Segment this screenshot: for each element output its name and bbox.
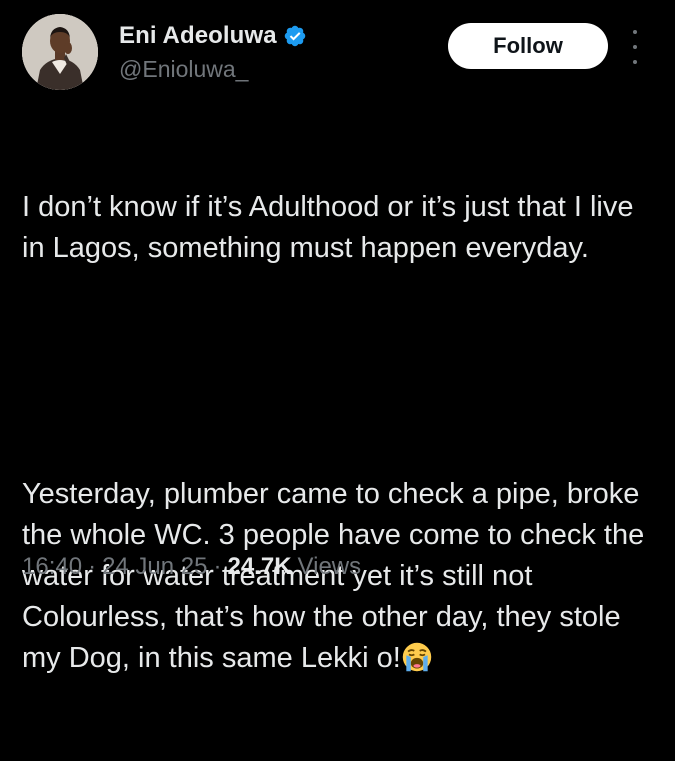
more-dot [633,30,637,34]
meta-separator: · [213,553,222,580]
more-dot [633,60,637,64]
meta-separator: · [88,553,97,580]
views-label: Views [297,553,362,580]
tweet-time[interactable]: 16:40 [22,553,82,581]
verified-badge-icon [284,25,305,47]
more-options-icon[interactable] [625,30,645,64]
tweet-date[interactable]: 24 Jun 25 [102,553,207,581]
avatar-photo [22,14,98,90]
views-count[interactable]: 24.7K [227,553,291,581]
author-handle[interactable]: @Enioluwa_ [119,56,248,83]
author-name-row: Eni Adeoluwa [119,20,307,52]
tweet-text: I don’t know if it’s Adulthood or it’s j… [22,105,662,761]
tweet-meta: 16:40 · 24 Jun 25 · 24.7K Views [22,553,361,581]
tweet-card: Eni Adeoluwa @Enioluwa_ Follow I don’t k… [0,0,675,674]
author-display-name[interactable]: Eni Adeoluwa [119,22,277,50]
tweet-paragraph-1: I don’t know if it’s Adulthood or it’s j… [22,191,642,264]
more-dot [633,45,637,49]
author-avatar[interactable] [22,14,98,90]
loudly-crying-face-emoji-icon [402,642,431,672]
follow-button[interactable]: Follow [448,23,608,69]
